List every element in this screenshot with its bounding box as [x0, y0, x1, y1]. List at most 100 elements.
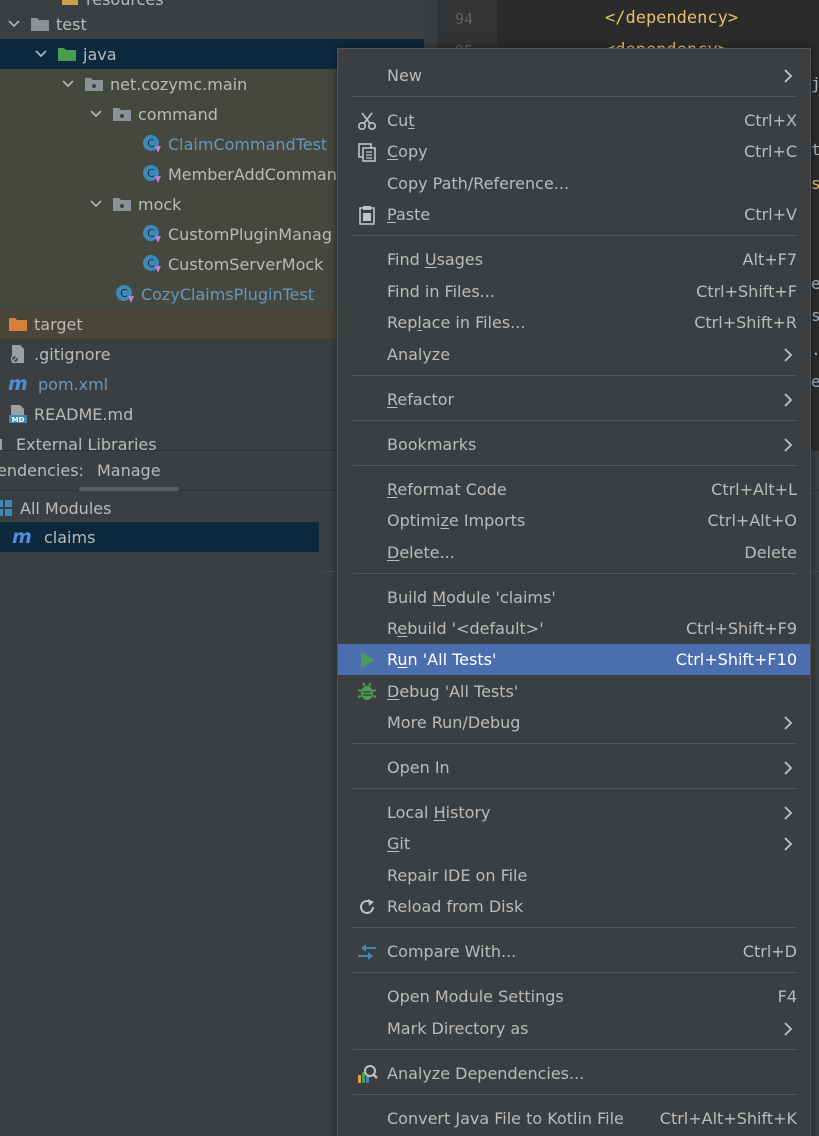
menu-item-label: Build Module 'claims' [387, 588, 556, 607]
menu-item-shortcut: Ctrl+D [742, 942, 797, 961]
menu-item-bookmarks[interactable]: Bookmarks [338, 429, 810, 460]
chevron-right-icon [784, 806, 793, 820]
menu-item-copy[interactable]: Copy Ctrl+C [338, 136, 810, 167]
menu-item-shortcut: Ctrl+Shift+F10 [675, 650, 797, 669]
debug-bug-icon [356, 681, 378, 703]
menu-item-git[interactable]: Git [338, 828, 810, 859]
tab-underline [79, 487, 179, 491]
menu-item-label: Local History [387, 803, 491, 822]
menu-item-analyze-dependencies[interactable]: Analyze Dependencies... [338, 1058, 810, 1089]
menu-item-optimize-imports[interactable]: Optimize Imports Ctrl+Alt+O [338, 505, 810, 536]
menu-item-cut[interactable]: Cut Ctrl+X [338, 105, 810, 136]
menu-separator [353, 573, 797, 574]
module-all-modules[interactable]: All Modules [0, 493, 319, 523]
menu-item-reload-from-disk[interactable]: Reload from Disk [338, 891, 810, 922]
menu-item-debug-all-tests[interactable]: Debug 'All Tests' [338, 676, 810, 707]
menu-item-convert-to-kotlin[interactable]: Convert Java File to Kotlin File Ctrl+Al… [338, 1103, 810, 1134]
line-number: 94 [455, 10, 474, 28]
ide-window: resources test java [0, 0, 819, 1136]
menu-item-local-history[interactable]: Local History [338, 797, 810, 828]
menu-item-refactor[interactable]: Refactor [338, 384, 810, 415]
menu-item-label: Find in Files... [387, 282, 495, 301]
chevron-down-icon[interactable] [6, 16, 22, 32]
menu-item-shortcut: Ctrl+C [743, 142, 797, 161]
chevron-down-icon[interactable] [88, 106, 104, 122]
test-source-folder-icon [57, 45, 77, 63]
menu-item-paste[interactable]: Paste Ctrl+V [338, 199, 810, 230]
chevron-down-icon[interactable] [33, 46, 49, 62]
menu-item-label: Cut [387, 111, 415, 130]
menu-item-repair-ide[interactable]: Repair IDE on File [338, 860, 810, 891]
svg-text:m: m [12, 528, 32, 546]
context-menu: New Cut Ctrl+X Copy Ctrl+C Copy Path/Ref… [337, 48, 811, 1136]
library-icon [0, 435, 10, 450]
scissors-icon [356, 110, 378, 132]
tree-item-label: test [56, 14, 87, 34]
manage-tab[interactable]: Manage [97, 461, 161, 480]
menu-item-label: Run 'All Tests' [387, 650, 497, 669]
chevron-right-icon [784, 69, 793, 83]
menu-item-label: Mark Directory as [387, 1019, 529, 1038]
menu-item-open-in[interactable]: Open In [338, 752, 810, 783]
menu-item-more-run-debug[interactable]: More Run/Debug [338, 707, 810, 738]
menu-item-label: Debug 'All Tests' [387, 682, 519, 701]
analyze-dependencies-icon [356, 1063, 378, 1085]
tree-item-label: CozyClaimsPluginTest [141, 284, 315, 304]
menu-item-label: Git [387, 834, 411, 853]
menu-item-shortcut: Ctrl+Alt+L [711, 480, 797, 499]
menu-separator [353, 972, 797, 973]
test-class-icon: C [142, 255, 162, 273]
maven-icon: m [8, 375, 32, 393]
chevron-down-icon[interactable] [88, 196, 104, 212]
menu-item-analyze[interactable]: Analyze [338, 339, 810, 370]
chevron-down-icon[interactable] [60, 76, 76, 92]
svg-text:C: C [147, 137, 155, 150]
menu-item-delete[interactable]: Delete... Delete [338, 537, 810, 568]
menu-item-shortcut: Alt+F7 [742, 250, 797, 269]
module-label: claims [44, 527, 96, 547]
package-icon [112, 195, 132, 213]
menu-item-find-usages[interactable]: Find Usages Alt+F7 [338, 244, 810, 275]
tree-item-label: README.md [34, 404, 134, 424]
menu-item-run-all-tests[interactable]: Run 'All Tests' Ctrl+Shift+F10 [338, 644, 810, 675]
tree-item-label: .gitignore [34, 344, 111, 364]
dependencies-label: endencies: [0, 461, 84, 480]
menu-item-compare-with[interactable]: Compare With... Ctrl+D [338, 936, 810, 967]
package-icon [84, 75, 104, 93]
menu-item-rebuild[interactable]: Rebuild '<default>' Ctrl+Shift+F9 [338, 613, 810, 644]
tree-item-label: ClaimCommandTest [168, 134, 328, 154]
menu-item-mark-directory-as[interactable]: Mark Directory as [338, 1013, 810, 1044]
tree-item-label: resources [86, 0, 164, 9]
resources-folder-icon [60, 0, 80, 8]
menu-item-label: Rebuild '<default>' [387, 619, 544, 638]
tree-item-test[interactable]: test [0, 9, 437, 39]
tree-item-label: CustomServerMock [168, 254, 324, 274]
menu-item-label: Replace in Files... [387, 313, 526, 332]
menu-item-label: Analyze [387, 345, 451, 364]
module-claims[interactable]: m claims [0, 522, 319, 552]
menu-separator [353, 235, 797, 236]
menu-item-replace-in-files[interactable]: Replace in Files... Ctrl+Shift+R [338, 307, 810, 338]
code-line: </dependency> [605, 8, 739, 28]
menu-separator [353, 927, 797, 928]
chevron-right-icon [784, 1022, 793, 1036]
code-fragment: j [811, 74, 819, 93]
menu-item-build-module[interactable]: Build Module 'claims' [338, 582, 810, 613]
excluded-folder-icon [8, 315, 28, 333]
menu-item-label: Compare With... [387, 942, 517, 961]
chevron-right-icon [784, 761, 793, 775]
svg-text:C: C [147, 227, 155, 240]
menu-item-open-module-settings[interactable]: Open Module Settings F4 [338, 981, 810, 1012]
menu-item-new[interactable]: New [338, 60, 810, 91]
menu-item-find-in-files[interactable]: Find in Files... Ctrl+Shift+F [338, 276, 810, 307]
chevron-right-icon [784, 716, 793, 730]
tree-item-label: target [34, 314, 83, 334]
menu-item-shortcut: Ctrl+Shift+F [696, 282, 797, 301]
menu-item-label: Reformat Code [387, 480, 507, 499]
menu-separator [353, 1094, 797, 1095]
menu-item-label: Delete... [387, 543, 455, 562]
tree-item-label: java [83, 44, 117, 64]
tree-item-label: mock [138, 194, 182, 214]
menu-item-reformat-code[interactable]: Reformat Code Ctrl+Alt+L [338, 474, 810, 505]
menu-item-copy-path[interactable]: Copy Path/Reference... [338, 168, 810, 199]
